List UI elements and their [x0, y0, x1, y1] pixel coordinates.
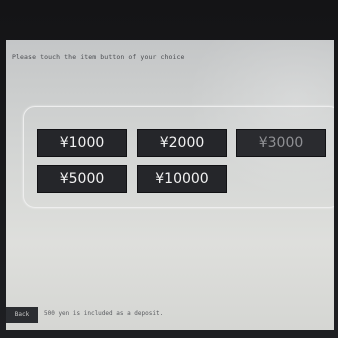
- device-bezel: Please touch the item button of your cho…: [0, 0, 338, 338]
- back-button[interactable]: Back: [6, 307, 38, 323]
- instruction-text: Please touch the item button of your cho…: [12, 53, 185, 61]
- amount-button-5000[interactable]: ¥5000: [37, 165, 127, 193]
- bottom-bar: Back 500 yen is included as a deposit.: [6, 300, 334, 324]
- amount-button-2000[interactable]: ¥2000: [137, 129, 227, 157]
- amount-button-10000[interactable]: ¥10000: [137, 165, 227, 193]
- deposit-note: 500 yen is included as a deposit.: [44, 310, 164, 317]
- amount-button-3000[interactable]: ¥3000: [236, 129, 326, 157]
- touch-screen: Please touch the item button of your cho…: [6, 40, 334, 330]
- amount-button-1000[interactable]: ¥1000: [37, 129, 127, 157]
